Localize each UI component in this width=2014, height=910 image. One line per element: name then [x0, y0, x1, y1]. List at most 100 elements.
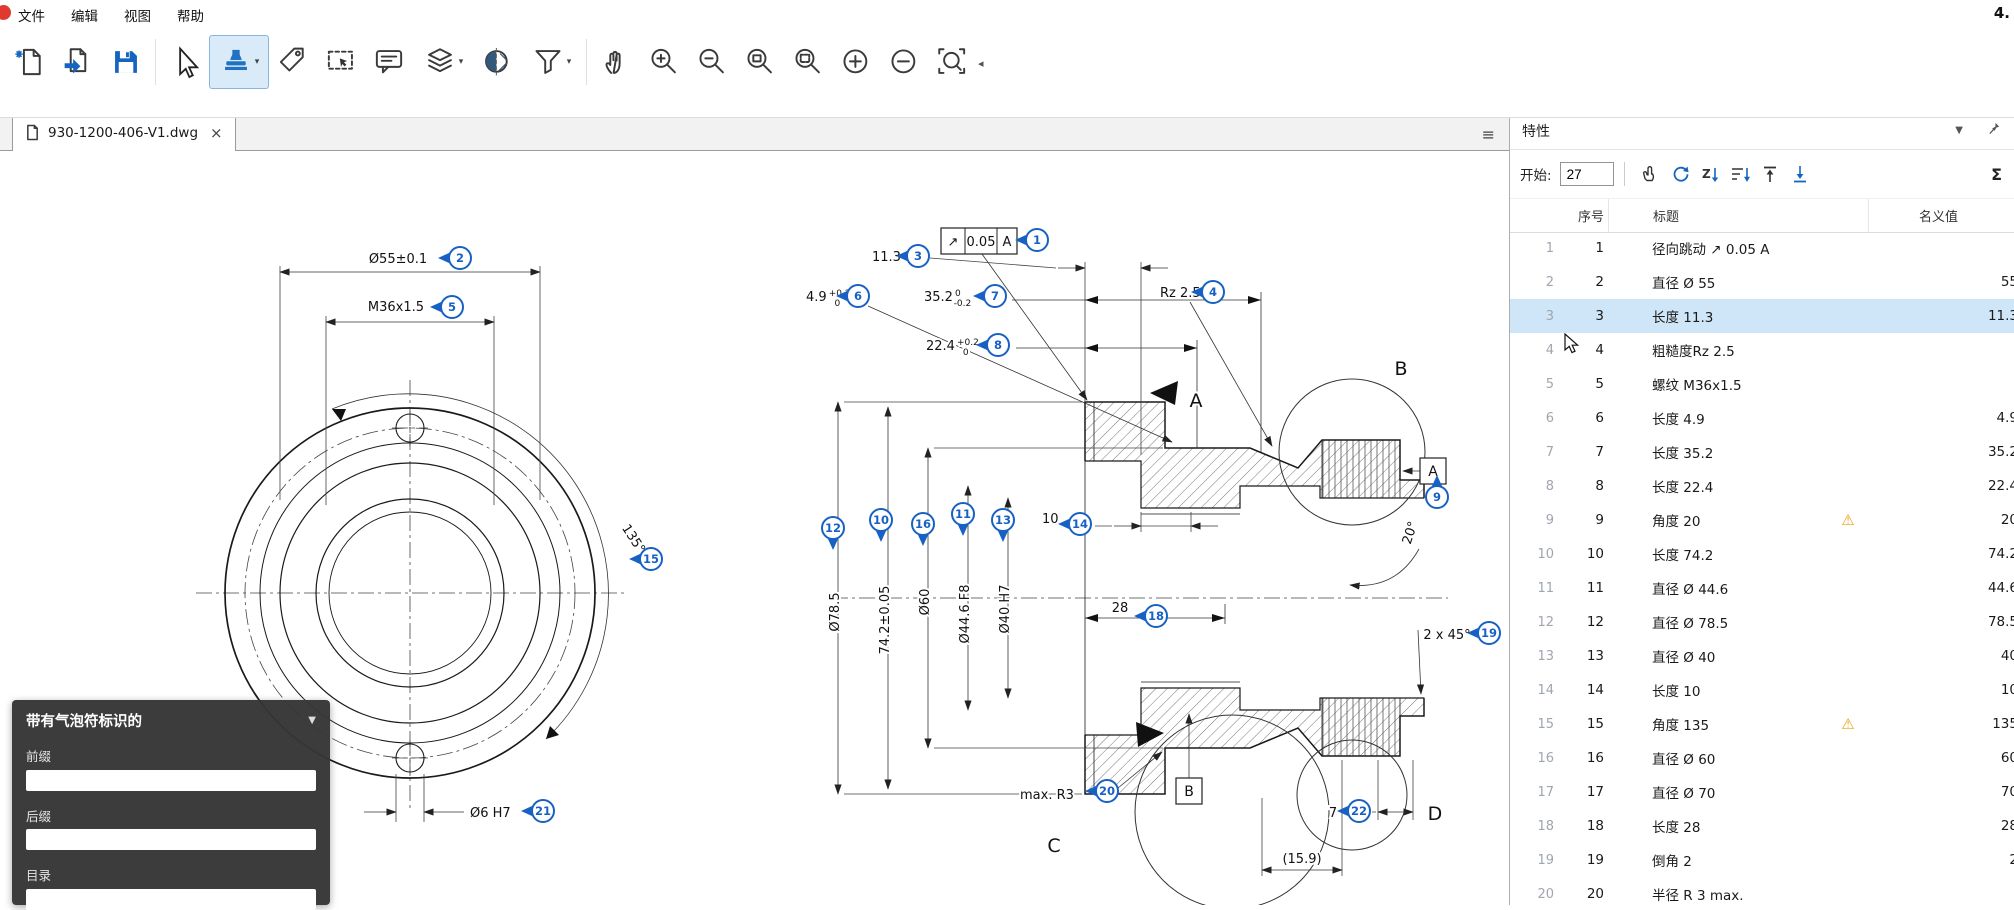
dimension-label[interactable]: C	[1047, 835, 1060, 857]
menu-item-3[interactable]: 视图	[124, 5, 151, 25]
chevron-down-icon[interactable]: ▼	[1955, 125, 1963, 136]
dimension-label[interactable]: Ø44.6 F8	[958, 584, 973, 643]
tab-close-button[interactable]: ×	[210, 124, 223, 142]
table-row[interactable]: 66长度 4.94.9	[1510, 401, 2014, 435]
table-row[interactable]: 44粗糙度Rz 2.5	[1510, 333, 2014, 367]
save-button[interactable]	[102, 35, 150, 89]
filter-button[interactable]: ▾	[521, 35, 581, 89]
table-row[interactable]: 1313直径 Ø 4040	[1510, 639, 2014, 673]
sort-descending-icon[interactable]	[1725, 160, 1755, 188]
dimension-annotations[interactable]: Ø55±0.1M36x1.5135°Ø6 H711.34.9+0.2035.20…	[368, 228, 1500, 867]
select-cursor-button[interactable]	[161, 35, 209, 89]
menu-item-4[interactable]: 帮助	[177, 5, 204, 25]
table-row[interactable]: 11径向跳动 ↗ 0.05 A	[1510, 231, 2014, 265]
balloon-1[interactable]: 1	[1015, 229, 1048, 251]
dimension-label[interactable]: 7	[1329, 806, 1337, 821]
dimension-label[interactable]: 28	[1112, 601, 1129, 616]
feature-control-frame[interactable]: ↗0.05A	[941, 228, 1017, 254]
comment-button[interactable]	[365, 35, 413, 89]
tab-list-icon[interactable]: ≡	[1482, 120, 1495, 150]
dimension-label[interactable]: A	[1190, 390, 1203, 412]
balloon-8[interactable]: 8	[976, 334, 1009, 356]
chevron-down-icon[interactable]: ▼	[308, 715, 316, 726]
open-document-button[interactable]	[54, 35, 102, 89]
dimension-label[interactable]: Ø40 H7	[998, 585, 1013, 634]
move-to-bottom-icon[interactable]	[1785, 160, 1815, 188]
layers-button[interactable]: ▾	[413, 35, 473, 89]
table-row[interactable]: 1010长度 74.274.2	[1510, 537, 2014, 571]
balloon-2[interactable]: 2	[438, 247, 471, 269]
balloon-21[interactable]: 21	[521, 800, 554, 822]
dimension-label[interactable]: (15.9)	[1282, 852, 1321, 867]
move-to-top-icon[interactable]	[1755, 160, 1785, 188]
balloon-5[interactable]: 5	[430, 296, 463, 318]
dimension-label[interactable]: 35.20-0.2	[924, 289, 971, 309]
balloon-7[interactable]: 7	[973, 285, 1006, 307]
toolbar-collapse-icon[interactable]: ◂	[978, 57, 984, 70]
datum-box-B[interactable]: B	[1176, 778, 1202, 804]
table-row[interactable]: 1616直径 Ø 6060	[1510, 741, 2014, 775]
table-row[interactable]: 1717直径 Ø 7070	[1510, 775, 2014, 809]
dimension-label[interactable]: 20°	[1400, 520, 1421, 547]
balloon-18[interactable]: 18	[1134, 605, 1167, 627]
balloon-10[interactable]: 10	[870, 509, 892, 542]
dimension-label[interactable]: 2 x 45°	[1423, 628, 1470, 643]
start-number-input[interactable]	[1560, 162, 1614, 186]
dimension-label[interactable]: Ø60	[918, 589, 933, 616]
dimension-label[interactable]: D	[1428, 803, 1443, 825]
table-row[interactable]: 2020半径 R 3 max.	[1510, 877, 2014, 905]
column-header-nominal[interactable]: 名义值	[1868, 199, 2014, 232]
balloon-13[interactable]: 13	[992, 509, 1014, 542]
decrease-button[interactable]	[880, 35, 928, 89]
pin-icon[interactable]	[1987, 121, 2002, 140]
table-row[interactable]: 1212直径 Ø 78.578.5	[1510, 605, 2014, 639]
dimension-label[interactable]: 10	[1042, 512, 1059, 527]
zoom-out-button[interactable]	[688, 35, 736, 89]
balloon-11[interactable]: 11	[952, 503, 974, 536]
dimension-label[interactable]: 74.2±0.05	[878, 586, 893, 655]
zoom-region-button[interactable]	[736, 35, 784, 89]
sum-icon[interactable]: Σ	[1991, 165, 2004, 184]
table-row[interactable]: 1111直径 Ø 44.644.6	[1510, 571, 2014, 605]
balloon-field-input-3[interactable]	[26, 889, 316, 910]
table-row[interactable]: 88长度 22.422.4	[1510, 469, 2014, 503]
pan-hand-button[interactable]	[592, 35, 640, 89]
invert-display-button[interactable]	[473, 35, 521, 89]
balloon-12[interactable]: 12	[822, 517, 844, 550]
renumber-icon[interactable]	[1665, 160, 1695, 188]
menu-item-2[interactable]: 编辑	[71, 5, 98, 25]
column-header-title[interactable]: 标题	[1608, 199, 1828, 232]
table-row[interactable]: 33长度 11.311.3	[1510, 299, 2014, 333]
menu-item-1[interactable]: 文件	[18, 5, 45, 25]
dimension-label[interactable]: 22.4+0.20	[926, 338, 979, 358]
new-document-button[interactable]	[6, 35, 54, 89]
table-row[interactable]: 1414长度 1010	[1510, 673, 2014, 707]
tag-button[interactable]	[269, 35, 317, 89]
table-row[interactable]: 99角度 20⚠20	[1510, 503, 2014, 537]
table-row[interactable]: 1818长度 2828	[1510, 809, 2014, 843]
balloon-stamp-button[interactable]: ▾	[209, 35, 269, 89]
document-tab[interactable]: 930-1200-406-V1.dwg ×	[12, 113, 236, 151]
column-header-number[interactable]: 序号	[1560, 206, 1608, 225]
sort-z-icon[interactable]: Z	[1695, 160, 1725, 188]
dimension-label[interactable]: Ø55±0.1	[369, 252, 427, 267]
datum-box-A[interactable]: A	[1420, 458, 1446, 484]
zoom-window-button[interactable]	[784, 35, 832, 89]
table-row[interactable]: 1919倒角 22	[1510, 843, 2014, 877]
balloon-16[interactable]: 16	[912, 513, 934, 546]
zoom-in-button[interactable]	[640, 35, 688, 89]
table-row[interactable]: 1515角度 135⚠135	[1510, 707, 2014, 741]
marquee-select-button[interactable]	[317, 35, 365, 89]
dimension-label[interactable]: M36x1.5	[368, 300, 424, 315]
dimension-label[interactable]: Ø78.5	[828, 592, 843, 631]
zoom-extents-button[interactable]	[928, 35, 976, 89]
table-row[interactable]: 22直径 Ø 5555	[1510, 265, 2014, 299]
dimension-label[interactable]: B	[1394, 358, 1407, 380]
balloon-field-input-2[interactable]	[26, 829, 316, 850]
balloon-14[interactable]: 14	[1058, 513, 1091, 535]
balloon-19[interactable]: 19	[1467, 622, 1500, 644]
touch-select-icon[interactable]	[1635, 160, 1665, 188]
increase-button[interactable]	[832, 35, 880, 89]
table-row[interactable]: 77长度 35.235.2	[1510, 435, 2014, 469]
dimension-label[interactable]: 11.3	[872, 250, 901, 265]
